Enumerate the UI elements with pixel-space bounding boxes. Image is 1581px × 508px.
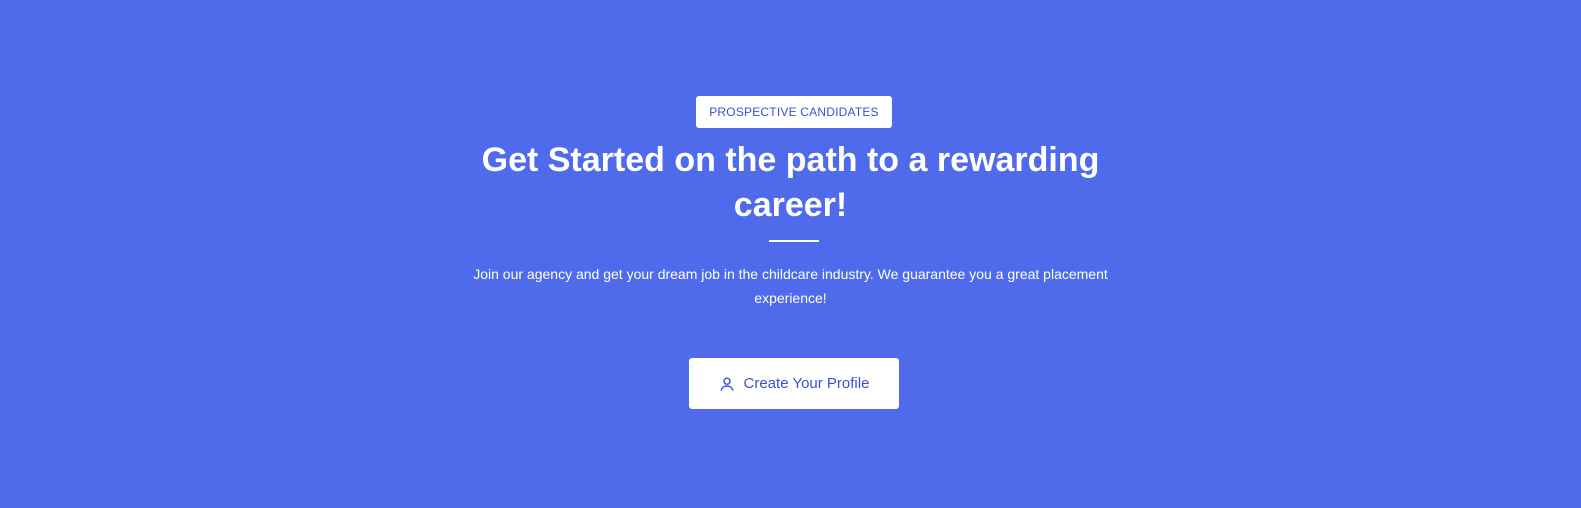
hero-title: Get Started on the path to a rewarding c… — [481, 141, 1100, 224]
create-profile-label: Create Your Profile — [743, 375, 870, 392]
hero-description: Join our agency and get your dream job i… — [473, 266, 1108, 306]
title-divider — [769, 240, 819, 242]
hero-section: PROSPECTIVE CANDIDATES Get Started on th… — [0, 0, 1581, 508]
create-profile-button[interactable]: Create Your Profile — [689, 358, 899, 409]
user-icon — [719, 376, 735, 392]
category-badge: PROSPECTIVE CANDIDATES — [696, 96, 892, 128]
